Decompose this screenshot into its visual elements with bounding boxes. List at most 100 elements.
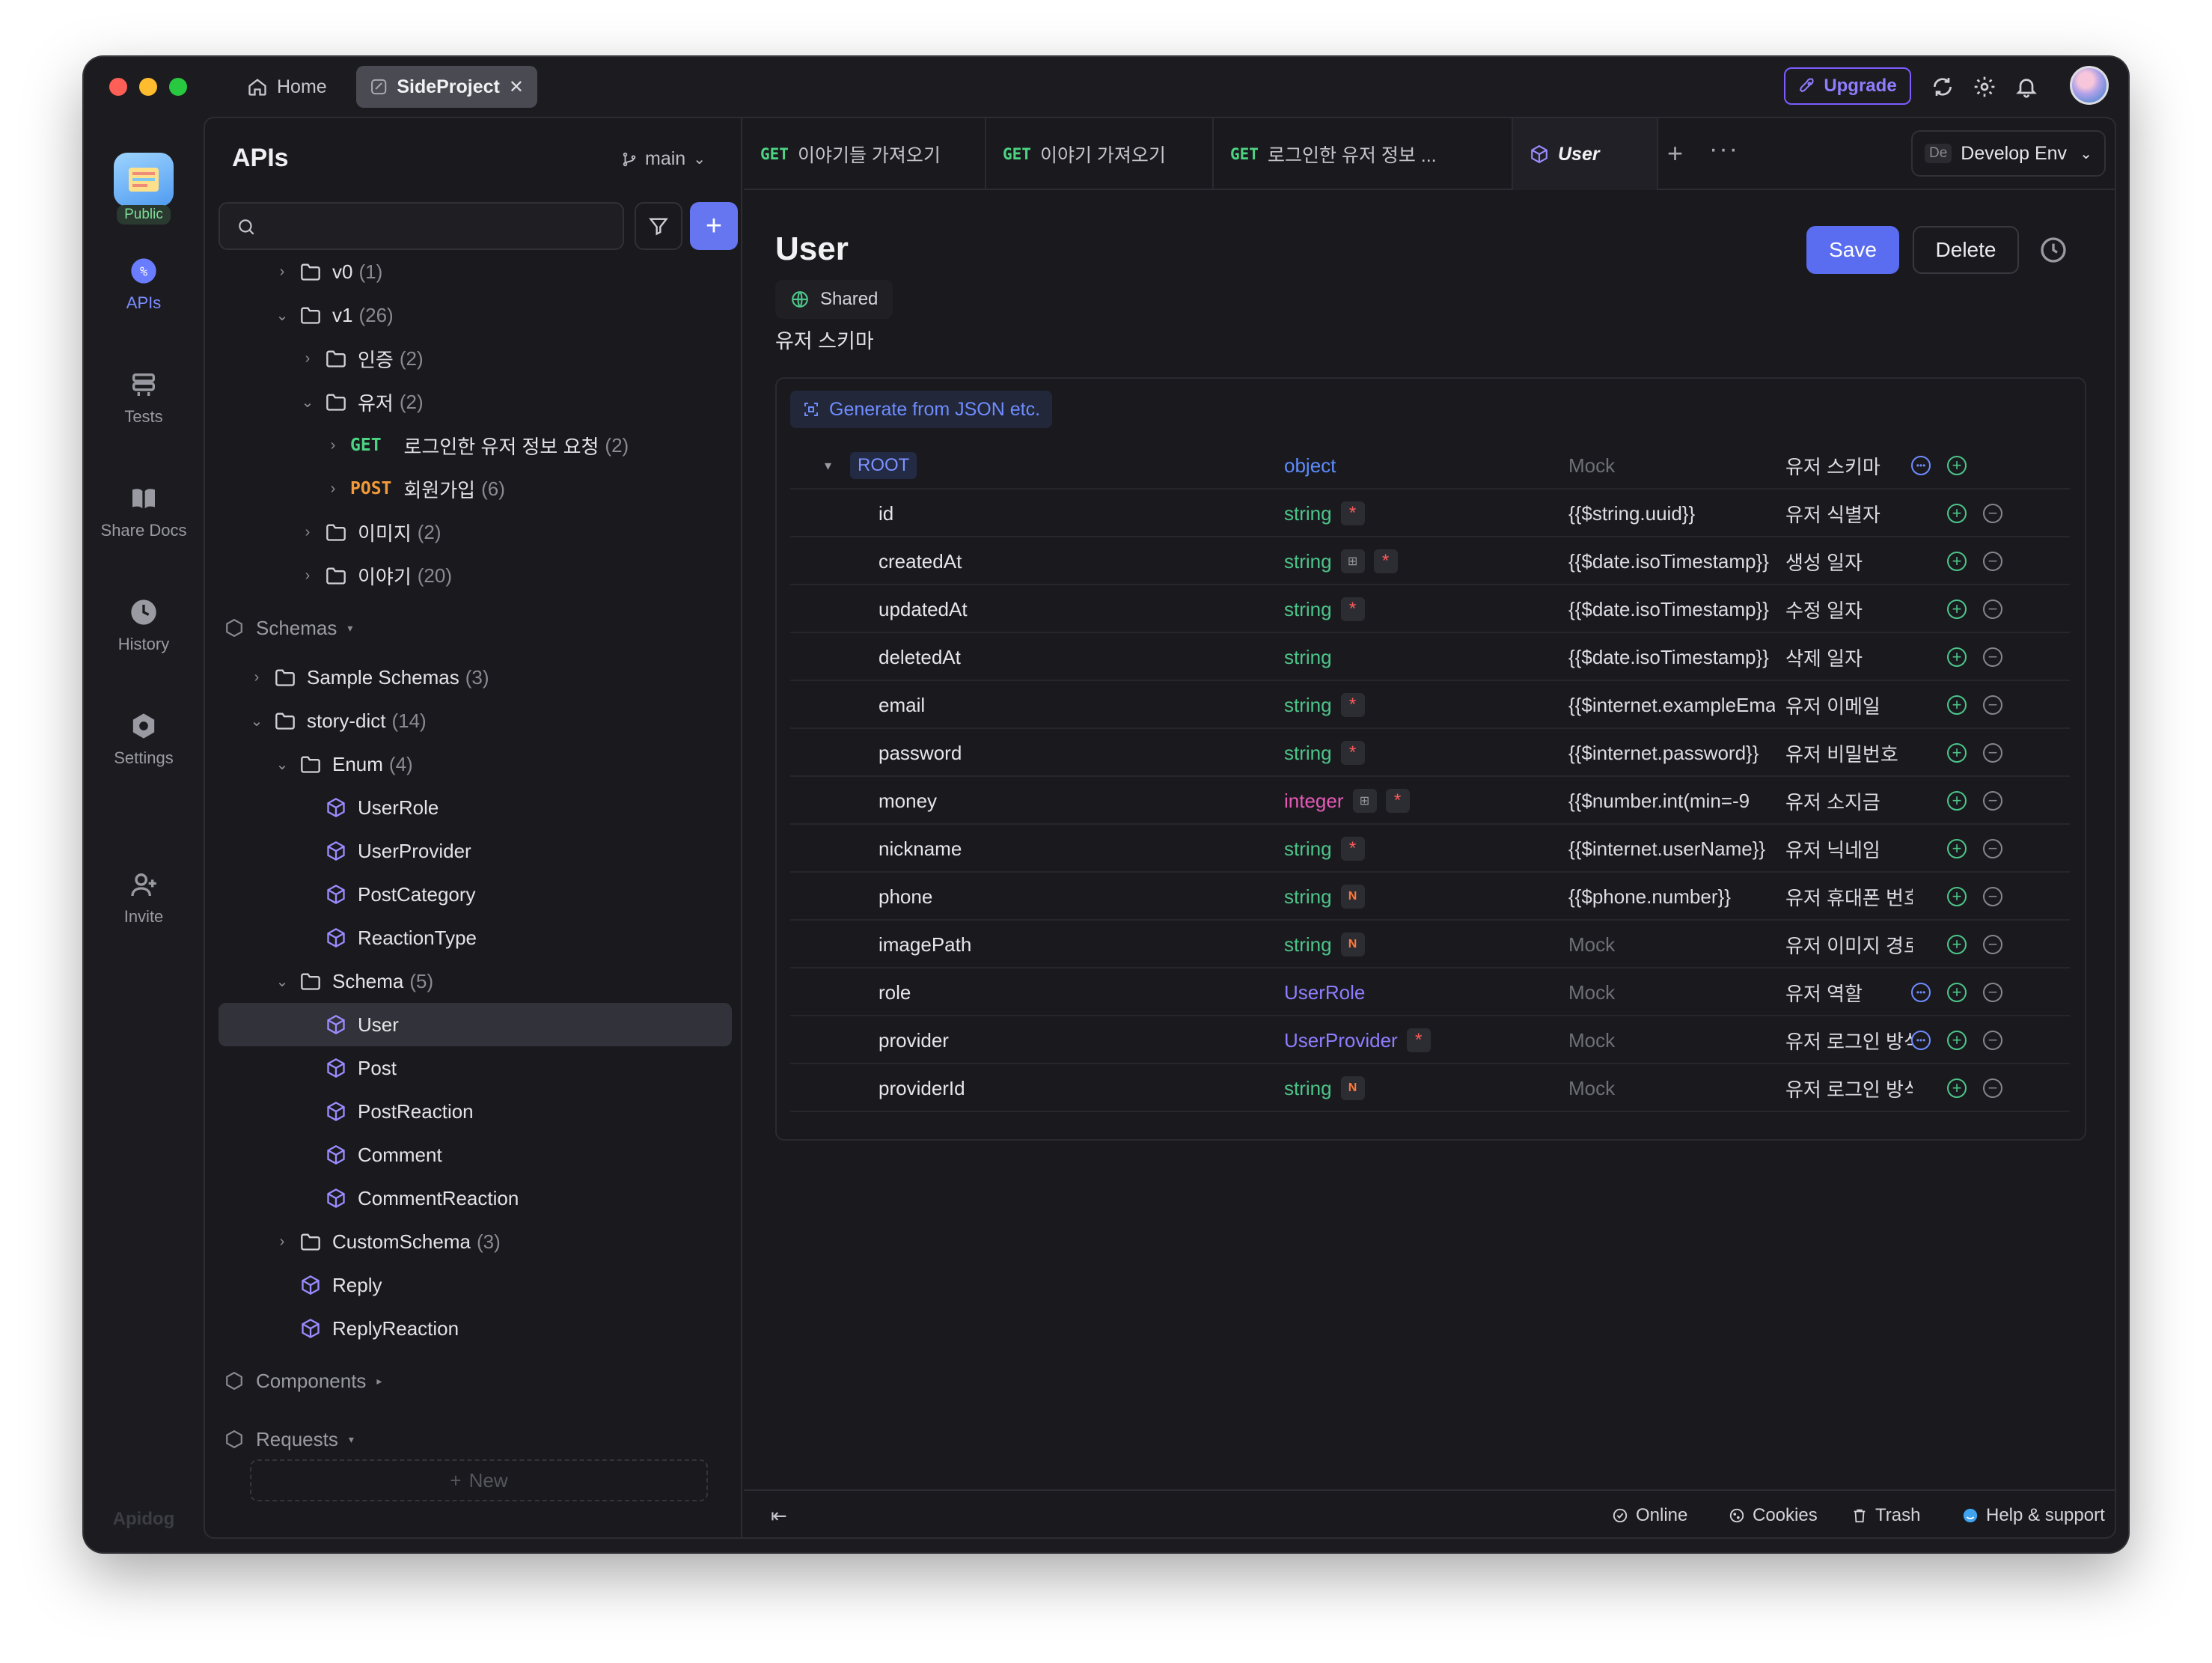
- remove-field-icon[interactable]: −: [1983, 695, 2002, 715]
- tree-item-folder[interactable]: › 이야기 (20): [205, 554, 742, 597]
- field-description[interactable]: 유저 이미지 경로: [1785, 921, 1913, 968]
- remove-field-icon[interactable]: −: [1983, 935, 2002, 954]
- add-field-icon[interactable]: +: [1947, 1078, 1967, 1098]
- more-options-icon[interactable]: •••: [1911, 456, 1931, 475]
- add-field-icon[interactable]: +: [1947, 504, 1967, 523]
- tree-item-schema[interactable]: UserProvider: [205, 829, 742, 873]
- field-name[interactable]: nickname: [879, 825, 962, 873]
- field-description[interactable]: 삭제 일자: [1785, 633, 1913, 681]
- field-type[interactable]: string *: [1284, 825, 1365, 873]
- field-type[interactable]: string *: [1284, 585, 1365, 633]
- field-description[interactable]: 유저 소지금: [1785, 777, 1913, 825]
- field-name[interactable]: password: [879, 729, 962, 777]
- remove-field-icon[interactable]: −: [1983, 647, 2002, 667]
- field-mock[interactable]: {{$date.isoTimestamp}}: [1568, 585, 1775, 633]
- bell-icon[interactable]: [2013, 73, 2040, 100]
- history-icon[interactable]: [2038, 235, 2068, 265]
- field-name[interactable]: id: [879, 489, 893, 537]
- field-type[interactable]: string *: [1284, 681, 1365, 729]
- remove-field-icon[interactable]: −: [1983, 743, 2002, 763]
- field-type[interactable]: string ⊞ *: [1284, 537, 1398, 585]
- zoom-window-button[interactable]: [169, 78, 187, 96]
- field-name[interactable]: money: [879, 777, 937, 825]
- rail-item-apis[interactable]: % APIs: [84, 256, 204, 313]
- field-mock[interactable]: {{$date.isoTimestamp}}: [1568, 537, 1775, 585]
- tree-item-schema[interactable]: ReplyReaction: [205, 1307, 742, 1350]
- minimize-window-button[interactable]: [139, 78, 157, 96]
- field-description[interactable]: 유저 비밀번호: [1785, 729, 1913, 777]
- remove-field-icon[interactable]: −: [1983, 791, 2002, 811]
- field-mock[interactable]: {{$date.isoTimestamp}}: [1568, 633, 1775, 681]
- close-window-button[interactable]: [109, 78, 127, 96]
- tree-item-schema[interactable]: PostReaction: [205, 1090, 742, 1133]
- tree-item-folder[interactable]: › v0 (1): [205, 253, 742, 293]
- chevron-down-icon[interactable]: ⌄: [274, 972, 290, 991]
- tree-item-folder[interactable]: › CustomSchema (3): [205, 1220, 742, 1263]
- required-icon[interactable]: *: [1406, 1028, 1431, 1052]
- remove-field-icon[interactable]: −: [1983, 552, 2002, 571]
- tree-item-folder[interactable]: ⌄ v1 (26): [205, 293, 742, 337]
- field-mock[interactable]: Mock: [1568, 968, 1775, 1016]
- tab-get-logged-in-user[interactable]: GET 로그인한 유저 정보 ...: [1214, 118, 1513, 190]
- close-tab-icon[interactable]: ✕: [509, 76, 524, 98]
- add-field-icon[interactable]: +: [1947, 743, 1967, 763]
- rail-item-history[interactable]: History: [84, 597, 204, 654]
- field-name[interactable]: createdAt: [879, 537, 962, 585]
- trash-button[interactable]: Trash: [1851, 1505, 1920, 1526]
- field-mock[interactable]: {{$number.int(min=-9: [1568, 777, 1775, 825]
- chevron-down-icon[interactable]: ⌄: [274, 755, 290, 774]
- chevron-right-icon[interactable]: ›: [274, 1233, 290, 1251]
- field-description[interactable]: 유저 휴대폰 번호: [1785, 873, 1913, 921]
- field-description[interactable]: 유저 역할: [1785, 968, 1913, 1016]
- section-section[interactable]: Schemas ▾: [205, 606, 742, 650]
- field-type[interactable]: string N: [1284, 873, 1365, 921]
- tab-get-stories[interactable]: GET 이야기들 가져오기: [744, 118, 986, 190]
- field-mock[interactable]: {{$internet.exampleEmail}}: [1568, 681, 1775, 729]
- chevron-right-icon[interactable]: ›: [325, 437, 341, 454]
- required-icon[interactable]: *: [1373, 549, 1398, 573]
- shared-badge[interactable]: Shared: [775, 280, 893, 319]
- add-field-icon[interactable]: +: [1947, 1031, 1967, 1050]
- tab-get-story[interactable]: GET 이야기 가져오기: [986, 118, 1214, 190]
- tree-item-schema[interactable]: UserRole: [205, 786, 742, 829]
- tree-item-folder[interactable]: ⌄ Enum (4): [205, 742, 742, 786]
- schema-description[interactable]: 유저 스키마: [775, 325, 874, 354]
- field-type[interactable]: integer ⊞ *: [1284, 777, 1410, 825]
- root-type[interactable]: object: [1284, 442, 1336, 489]
- field-mock[interactable]: Mock: [1568, 921, 1775, 968]
- field-type[interactable]: UserProvider *: [1284, 1016, 1431, 1064]
- project-logo[interactable]: Public: [84, 153, 204, 225]
- chevron-right-icon[interactable]: ›: [274, 263, 290, 281]
- field-name[interactable]: imagePath: [879, 921, 971, 968]
- remove-field-icon[interactable]: −: [1983, 504, 2002, 523]
- menu-icon[interactable]: ≡: [2115, 130, 2116, 177]
- root-mock[interactable]: Mock: [1568, 442, 1775, 489]
- add-field-icon[interactable]: +: [1947, 695, 1967, 715]
- field-name[interactable]: role: [879, 968, 911, 1016]
- add-field-icon[interactable]: +: [1947, 887, 1967, 906]
- nullable-icon[interactable]: N: [1340, 1076, 1365, 1100]
- required-icon[interactable]: *: [1340, 597, 1365, 621]
- tree-item-endpoint[interactable]: › POST 회원가입 (6): [205, 467, 742, 510]
- field-mock[interactable]: Mock: [1568, 1064, 1775, 1112]
- field-type[interactable]: string *: [1284, 729, 1365, 777]
- field-name[interactable]: phone: [879, 873, 932, 921]
- avatar[interactable]: [2070, 66, 2109, 105]
- generate-from-json-button[interactable]: Generate from JSON etc.: [790, 391, 1053, 428]
- add-field-icon[interactable]: +: [1947, 456, 1967, 475]
- tree-item-schema[interactable]: Reply: [205, 1263, 742, 1307]
- more-options-icon[interactable]: •••: [1911, 1031, 1931, 1050]
- more-tabs-icon[interactable]: ···: [1709, 135, 1739, 164]
- rail-item-settings[interactable]: Settings: [84, 711, 204, 768]
- field-description[interactable]: 유저 이메일: [1785, 681, 1913, 729]
- tree-item-schema[interactable]: Comment: [205, 1133, 742, 1177]
- field-name[interactable]: updatedAt: [879, 585, 968, 633]
- required-icon[interactable]: *: [1340, 837, 1365, 861]
- home-tab[interactable]: Home: [233, 67, 340, 106]
- field-type[interactable]: string *: [1284, 489, 1365, 537]
- add-field-icon[interactable]: +: [1947, 983, 1967, 1002]
- environment-selector[interactable]: De Develop Env ⌄: [1911, 130, 2106, 177]
- field-mock[interactable]: {{$internet.userName}}: [1568, 825, 1775, 873]
- tree-item-schema[interactable]: ReactionType: [205, 916, 742, 959]
- field-mock[interactable]: {{$phone.number}}: [1568, 873, 1775, 921]
